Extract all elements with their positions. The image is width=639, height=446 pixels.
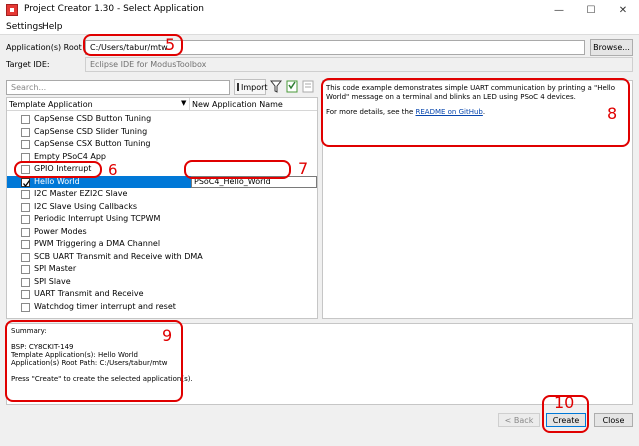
title-bar: Project Creator 1.30 - Select Applicatio… xyxy=(0,0,639,20)
template-row[interactable]: CapSense CSD Button Tuning xyxy=(7,113,317,125)
annotation-number-5: 5 xyxy=(165,35,176,54)
deselect-all-icon[interactable] xyxy=(302,80,314,93)
checkbox[interactable] xyxy=(21,277,30,287)
window-title: Project Creator 1.30 - Select Applicatio… xyxy=(24,4,205,14)
template-name: Power Modes xyxy=(34,226,87,236)
template-row[interactable]: SPI Slave xyxy=(7,276,317,288)
menu-help[interactable]: Help xyxy=(42,22,63,32)
template-table: Template Application ▼ New Application N… xyxy=(6,97,318,319)
template-row[interactable]: SCB UART Transmit and Receive with DMA xyxy=(7,251,317,263)
template-list: CapSense CSD Button Tuning CapSense CSD S… xyxy=(7,113,317,318)
template-row[interactable]: Watchdog timer interrupt and reset xyxy=(7,301,317,313)
template-row[interactable]: CapSense CSD Slider Tuning xyxy=(7,126,317,138)
minimize-button[interactable]: — xyxy=(543,0,575,20)
app-icon xyxy=(6,4,18,16)
template-name: UART Transmit and Receive xyxy=(34,289,144,298)
template-row[interactable]: CapSense CSX Button Tuning xyxy=(7,138,317,150)
checkbox[interactable] xyxy=(21,265,30,274)
annotation-box-8 xyxy=(321,78,630,147)
annotation-number-9: 9 xyxy=(162,326,173,345)
browse-button[interactable]: Browse... xyxy=(590,39,633,56)
template-row[interactable]: PWM Triggering a DMA Channel xyxy=(7,238,317,250)
checkbox[interactable] xyxy=(21,252,30,262)
annotation-number-6: 6 xyxy=(108,161,118,179)
template-name: I2C Slave Using Callbacks xyxy=(34,201,138,211)
template-row[interactable]: I2C Master EZI2C Slave xyxy=(7,188,317,200)
template-name: SPI Slave xyxy=(34,276,71,286)
template-name: PWM Triggering a DMA Channel xyxy=(34,239,161,248)
annotation-number-8: 8 xyxy=(607,104,618,123)
checkmark-icon xyxy=(22,179,31,187)
checkbox[interactable] xyxy=(21,290,30,299)
column-divider xyxy=(189,98,190,111)
checkbox[interactable] xyxy=(21,240,30,249)
menu-settings[interactable]: Settings xyxy=(6,22,43,32)
import-button[interactable]: Import xyxy=(234,79,268,95)
template-row[interactable]: Power Modes xyxy=(7,226,317,238)
checkbox[interactable] xyxy=(21,190,30,199)
template-name: Periodic Interrupt Using TCPWM xyxy=(34,214,161,223)
checkbox[interactable] xyxy=(21,127,30,137)
template-name: SPI Master xyxy=(34,264,77,273)
template-name: CapSense CSX Button Tuning xyxy=(34,139,151,148)
annotation-box-7 xyxy=(184,160,291,179)
checkbox[interactable] xyxy=(21,140,30,149)
template-row[interactable]: UART Transmit and Receive xyxy=(7,288,317,300)
template-name: Watchdog timer interrupt and reset xyxy=(34,301,176,311)
back-button[interactable]: < Back xyxy=(498,413,540,427)
select-all-icon[interactable] xyxy=(286,80,298,93)
annotation-box-9 xyxy=(5,320,183,402)
checkbox[interactable] xyxy=(21,302,30,312)
template-row[interactable]: SPI Master xyxy=(7,263,317,275)
import-label: Import xyxy=(241,82,268,92)
annotation-box-6 xyxy=(14,161,102,178)
template-name: SCB UART Transmit and Receive with DMA xyxy=(34,251,203,261)
checkbox[interactable] xyxy=(21,227,30,237)
table-header: Template Application ▼ New Application N… xyxy=(7,98,317,111)
maximize-button[interactable]: ☐ xyxy=(575,0,607,20)
checkbox[interactable] xyxy=(21,115,30,124)
target-ide-select[interactable]: Eclipse IDE for ModusToolbox xyxy=(85,57,633,72)
close-button[interactable]: Close xyxy=(594,413,633,427)
import-icon xyxy=(237,83,239,91)
annotation-number-7: 7 xyxy=(298,159,309,178)
column-new-name[interactable]: New Application Name xyxy=(192,100,283,109)
template-name: I2C Master EZI2C Slave xyxy=(34,189,128,198)
target-ide-label: Target IDE: xyxy=(6,60,50,69)
template-row[interactable]: Periodic Interrupt Using TCPWM xyxy=(7,213,317,225)
template-name: CapSense CSD Slider Tuning xyxy=(34,126,148,136)
checkbox[interactable] xyxy=(21,215,30,224)
checkbox-checked[interactable] xyxy=(21,177,31,187)
template-name: CapSense CSD Button Tuning xyxy=(34,114,152,123)
sort-chevron-down-icon: ▼ xyxy=(181,99,187,107)
menu-bar: Settings Help xyxy=(0,20,639,35)
column-template[interactable]: Template Application xyxy=(9,100,93,109)
annotation-number-10: 10 xyxy=(554,393,575,412)
filter-icon[interactable] xyxy=(270,80,282,93)
search-input[interactable]: Search... xyxy=(6,80,230,95)
template-row[interactable]: I2C Slave Using Callbacks xyxy=(7,201,317,213)
close-window-button[interactable]: ✕ xyxy=(607,0,639,20)
checkbox[interactable] xyxy=(21,202,30,212)
